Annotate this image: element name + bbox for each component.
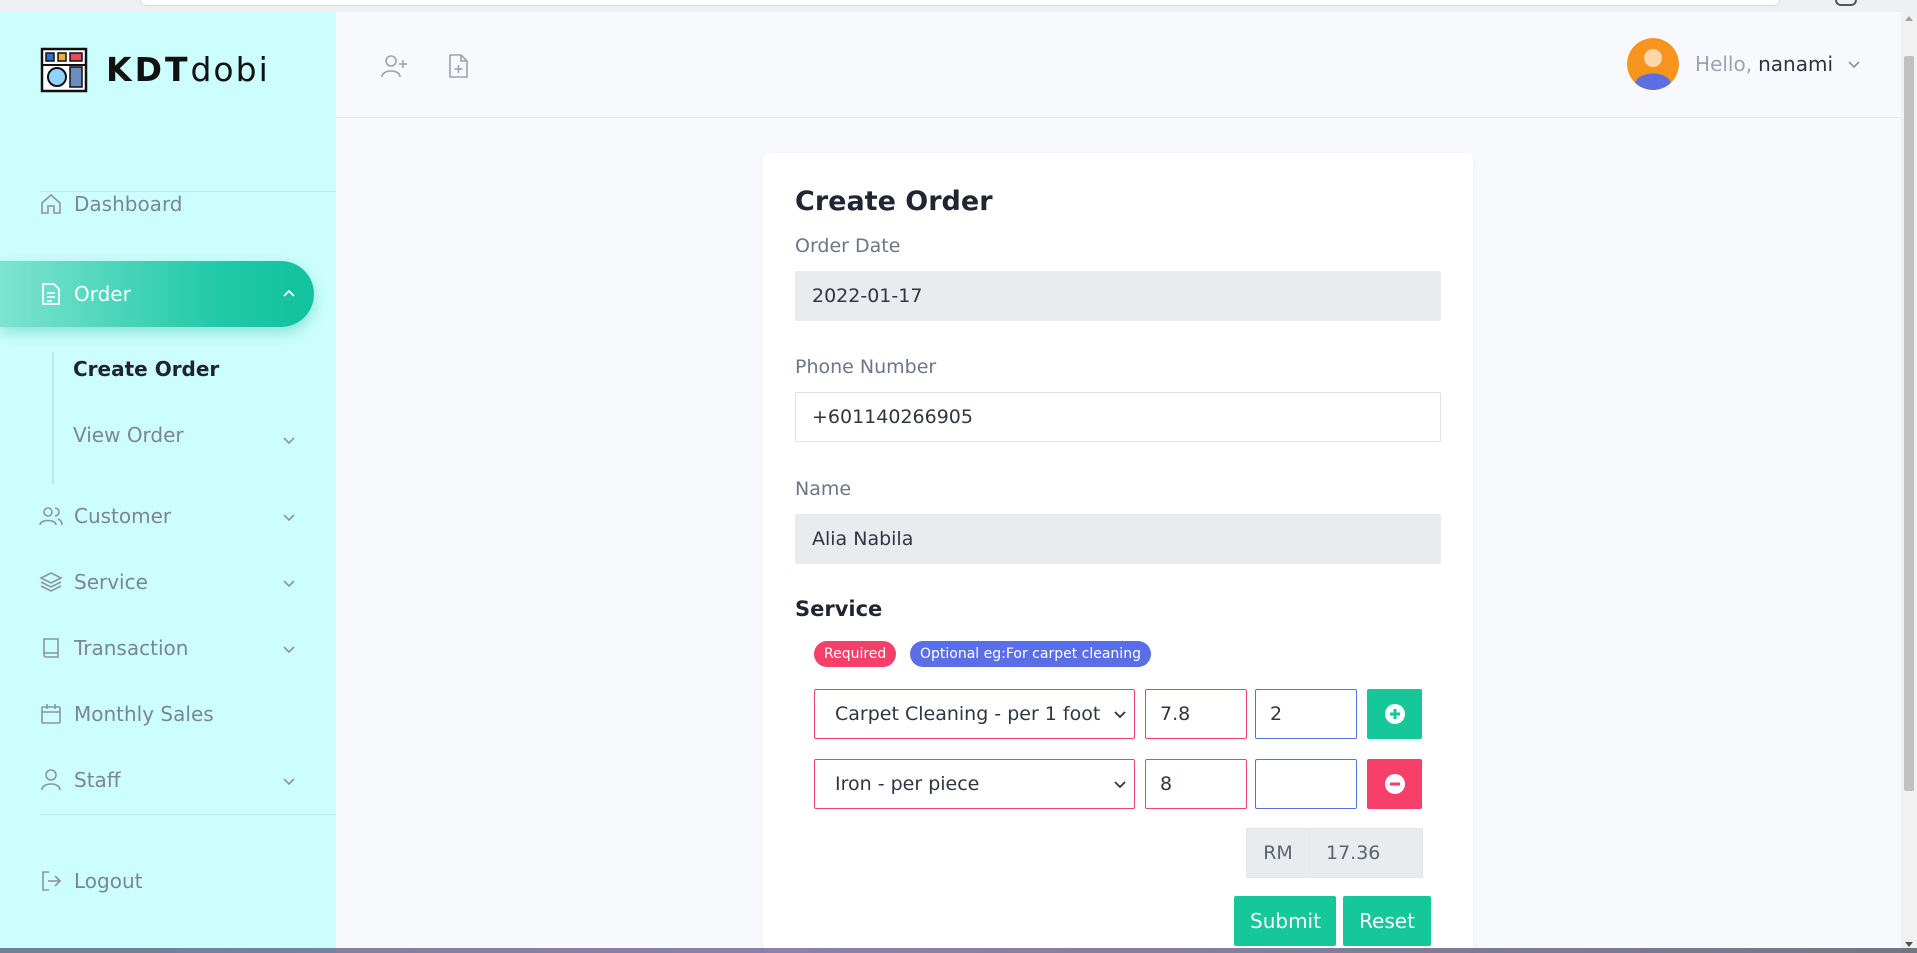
chevron-down-icon	[283, 646, 295, 654]
service-select[interactable]: Carpet Cleaning - per 1 foot	[814, 689, 1135, 739]
chevron-down-icon	[283, 437, 295, 445]
service-select-value: Iron - per piece	[835, 773, 980, 795]
page-scrollbar[interactable]	[1901, 12, 1917, 953]
browser-profile-edge	[1835, 0, 1857, 6]
laundry-logo-icon	[40, 47, 88, 93]
sidebar-item-dashboard[interactable]: Dashboard	[0, 176, 336, 232]
add-file-icon[interactable]	[444, 52, 472, 80]
document-icon	[38, 281, 64, 307]
chevron-down-icon	[283, 514, 295, 522]
sidebar-subitem-create-order[interactable]: Create Order	[73, 357, 219, 381]
chevron-down-icon	[1112, 706, 1128, 722]
brand[interactable]: KDTdobi	[40, 44, 270, 94]
total-field[interactable]	[1309, 828, 1423, 878]
sidebar-item-staff[interactable]: Staff	[0, 752, 336, 808]
service-select-value: Carpet Cleaning - per 1 foot	[835, 703, 1101, 725]
add-service-button[interactable]	[1367, 689, 1422, 739]
brand-name: KDTdobi	[106, 49, 270, 89]
order-date-field[interactable]	[795, 271, 1441, 321]
book-icon	[38, 635, 64, 661]
sidebar-item-monthly-sales[interactable]: Monthly Sales	[0, 686, 336, 742]
submit-button[interactable]: Submit	[1234, 896, 1336, 946]
minus-circle-icon	[1384, 774, 1405, 794]
service-section-title: Service	[795, 597, 883, 621]
service-quantity-field[interactable]	[1255, 689, 1357, 739]
sidebar: KDTdobi Dashboard Order Create Order Vie…	[0, 12, 336, 953]
address-bar-edge	[140, 0, 1780, 6]
sidebar-item-service[interactable]: Service	[0, 554, 336, 610]
username: nanami	[1758, 52, 1833, 76]
service-price-field[interactable]	[1145, 759, 1247, 809]
sidebar-item-transaction[interactable]: Transaction	[0, 620, 336, 676]
sidebar-subitem-view-order[interactable]: View Order	[73, 423, 303, 447]
layers-icon	[38, 569, 64, 595]
user-icon	[38, 767, 64, 793]
sidebar-label-dashboard: Dashboard	[74, 192, 183, 216]
sidebar-item-order[interactable]: Order	[0, 261, 314, 327]
phone-label: Phone Number	[795, 356, 937, 378]
optional-badge: Optional eg:For carpet cleaning	[910, 641, 1151, 667]
page-title: Create Order	[795, 186, 993, 217]
sidebar-item-customer[interactable]: Customer	[0, 488, 336, 544]
submenu-line	[52, 352, 54, 484]
sidebar-label-logout: Logout	[74, 869, 143, 893]
view-order-label: View Order	[73, 423, 184, 447]
greeting: Hello,	[1695, 52, 1753, 76]
create-order-card: Create Order Order Date Phone Number Nam…	[763, 153, 1473, 953]
required-badge: Required	[814, 641, 897, 667]
sidebar-label-customer: Customer	[74, 504, 172, 528]
sidebar-label-staff: Staff	[74, 768, 121, 792]
add-user-icon[interactable]	[380, 52, 408, 80]
sidebar-label-transaction: Transaction	[74, 636, 189, 660]
phone-field[interactable]	[795, 392, 1441, 442]
logout-icon	[38, 868, 64, 894]
browser-top-strip	[0, 0, 1917, 12]
chevron-down-icon	[1848, 61, 1860, 69]
service-quantity-field[interactable]	[1255, 759, 1357, 809]
reset-button[interactable]: Reset	[1343, 896, 1431, 946]
chevron-down-icon	[283, 580, 295, 588]
taskbar-edge	[0, 948, 1917, 953]
currency-prefix: RM	[1246, 828, 1309, 878]
home-icon	[38, 191, 64, 217]
chevron-down-icon	[283, 778, 295, 786]
user-menu[interactable]: Hello, nanami	[1627, 38, 1863, 90]
name-label: Name	[795, 478, 852, 500]
users-icon	[38, 503, 64, 529]
sidebar-label-monthly-sales: Monthly Sales	[74, 702, 214, 726]
chevron-down-icon	[1112, 776, 1128, 792]
chevron-up-icon	[283, 289, 295, 297]
scroll-thumb[interactable]	[1904, 56, 1914, 791]
sidebar-divider	[40, 191, 336, 192]
name-field[interactable]	[795, 514, 1441, 564]
sidebar-divider	[40, 814, 336, 815]
plus-circle-icon	[1384, 704, 1405, 724]
scroll-up-arrow-icon[interactable]	[1905, 16, 1913, 21]
top-header: Hello, nanami	[336, 12, 1901, 118]
service-price-field[interactable]	[1145, 689, 1247, 739]
sidebar-item-logout[interactable]: Logout	[0, 853, 336, 909]
calendar-icon	[38, 701, 64, 727]
sidebar-label-order: Order	[74, 282, 131, 306]
sidebar-label-service: Service	[74, 570, 148, 594]
order-date-label: Order Date	[795, 235, 901, 257]
avatar	[1627, 38, 1680, 90]
scroll-down-arrow-icon[interactable]	[1905, 942, 1913, 947]
service-select[interactable]: Iron - per piece	[814, 759, 1135, 809]
remove-service-button[interactable]	[1367, 759, 1422, 809]
